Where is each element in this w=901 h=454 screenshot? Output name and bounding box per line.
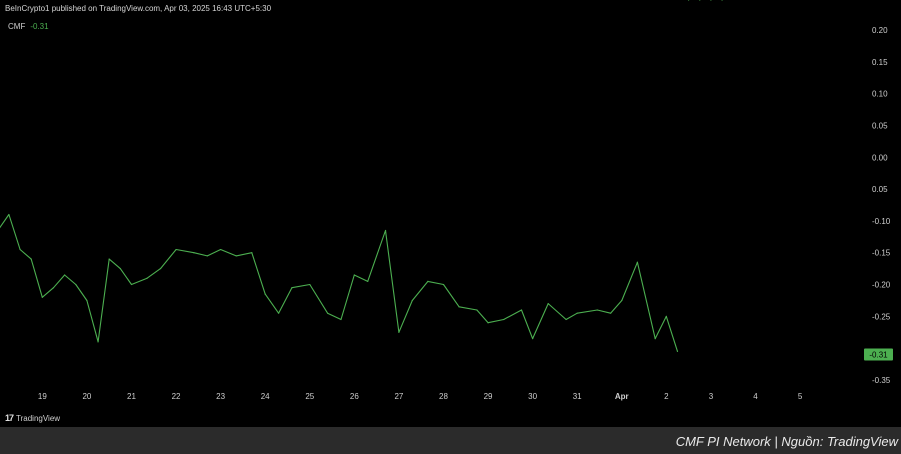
cmf-data-point <box>384 229 387 232</box>
image-caption: CMF PI Network | Nguồn: TradingView <box>675 434 898 449</box>
y-tick-label: -0.10 <box>872 217 891 226</box>
cmf-data-point <box>206 255 208 257</box>
cmf-data-point <box>220 248 222 251</box>
cmf-data-point <box>130 283 133 286</box>
cmf-data-point <box>636 261 638 263</box>
x-tick-label: 2 <box>664 392 669 401</box>
y-tick-label: 0.10 <box>872 90 888 99</box>
x-tick-label: 22 <box>172 392 181 401</box>
cmf-data-point <box>520 309 523 311</box>
cmf-data-point <box>398 331 400 333</box>
chart-frame: BeInCrypto1 published on TradingView.com… <box>0 0 901 427</box>
cmf-data-point <box>86 299 88 302</box>
cmf-data-point <box>621 299 623 302</box>
cmf-data-point <box>41 296 43 298</box>
x-tick-label: 21 <box>127 392 136 401</box>
x-tick-label: 19 <box>38 392 47 401</box>
cmf-data-point <box>476 309 478 311</box>
cmf-data-point <box>175 248 177 251</box>
cmf-data-point <box>309 283 311 286</box>
cmf-data-point <box>159 268 162 270</box>
y-tick-label: 0.00 <box>872 153 888 162</box>
cmf-data-point <box>52 287 55 289</box>
x-axis: 19 20 21 22 23 24 25 26 27 28 29 30 31 Apr 2 3 4 5 <box>38 392 803 401</box>
cmf-data-point <box>119 268 121 270</box>
cmf-data-point <box>291 287 293 289</box>
cmf-data-point <box>665 315 667 317</box>
cmf-data-point <box>458 306 460 308</box>
cmf-data-point <box>193 252 195 254</box>
cmf-data-point <box>565 318 567 321</box>
cmf-data-point <box>327 312 329 314</box>
cmf-data-point <box>654 338 656 340</box>
cmf-series-line <box>0 213 679 352</box>
y-tick-label: -0.25 <box>872 312 891 321</box>
cmf-data-point <box>503 318 505 321</box>
cmf-data-point <box>721 0 723 1</box>
cmf-data-point <box>264 293 266 295</box>
cmf-data-point <box>30 258 32 260</box>
x-tick-label: 23 <box>216 392 225 401</box>
last-value-text: -0.31 <box>869 351 888 360</box>
y-tick-label: 0.05 <box>872 121 888 130</box>
x-tick-label: 3 <box>709 392 714 401</box>
cmf-data-point <box>547 303 549 305</box>
cmf-data-point <box>676 350 679 352</box>
x-tick-label: 26 <box>350 392 359 401</box>
cmf-data-point <box>699 0 701 1</box>
x-tick-label: 31 <box>573 392 582 401</box>
cmf-data-point <box>146 277 148 279</box>
cmf-data-point <box>251 252 253 254</box>
cmf-data-point <box>688 0 690 1</box>
cmf-data-point <box>64 274 66 276</box>
x-tick-label: 28 <box>439 392 448 401</box>
cmf-data-point <box>411 299 413 302</box>
x-tick-label: 4 <box>753 392 758 401</box>
cmf-data-point <box>353 274 355 276</box>
x-tick-label: 30 <box>528 392 537 401</box>
cmf-data-point <box>277 312 280 314</box>
cmf-data-point <box>367 280 369 282</box>
cmf-data-point <box>427 280 429 282</box>
cmf-data-point <box>442 283 445 286</box>
cmf-data-point <box>108 258 110 260</box>
cmf-data-point <box>576 312 578 314</box>
last-value-badge-group: -0.31 <box>864 348 893 361</box>
tradingview-logo: 17 TradingView <box>5 413 60 423</box>
cmf-data-point <box>610 312 612 314</box>
x-tick-label: 20 <box>82 392 91 401</box>
x-tick-label: Apr <box>615 392 629 401</box>
series-layer <box>0 0 723 352</box>
x-tick-label: 5 <box>798 392 803 401</box>
y-axis: 0.20 0.15 0.10 0.05 0.00 0.05 -0.10 -0.15 -0.20 -… <box>872 26 891 385</box>
cmf-data-point <box>340 318 342 321</box>
y-tick-label: 0.20 <box>872 26 888 35</box>
cmf-data-point <box>532 338 534 340</box>
cmf-data-point <box>19 248 21 251</box>
tradingview-logo-mark: 17 <box>5 413 14 423</box>
cmf-data-point <box>710 0 712 1</box>
cmf-data-point <box>596 309 598 311</box>
cmf-chart: 0.20 0.15 0.10 0.05 0.00 0.05 -0.10 -0.15 -0.20 -… <box>0 0 893 401</box>
tradingview-logo-text: TradingView <box>16 413 61 423</box>
y-tick-label: -0.20 <box>872 281 891 290</box>
cmf-data-point <box>75 283 77 286</box>
cmf-data-point <box>235 255 237 257</box>
y-tick-label: -0.35 <box>872 376 891 385</box>
x-tick-label: 24 <box>261 392 270 401</box>
y-tick-label: -0.15 <box>872 249 891 258</box>
cmf-data-point <box>97 341 99 343</box>
x-tick-label: 27 <box>394 392 403 401</box>
x-tick-label: 29 <box>484 392 493 401</box>
cmf-data-point <box>8 213 10 216</box>
x-tick-label: 25 <box>305 392 314 401</box>
cmf-data-point <box>487 322 489 324</box>
caption-bar: CMF PI Network | Nguồn: TradingView <box>0 427 901 454</box>
y-tick-label: 0.05 <box>872 185 888 194</box>
y-tick-label: 0.15 <box>872 58 888 67</box>
